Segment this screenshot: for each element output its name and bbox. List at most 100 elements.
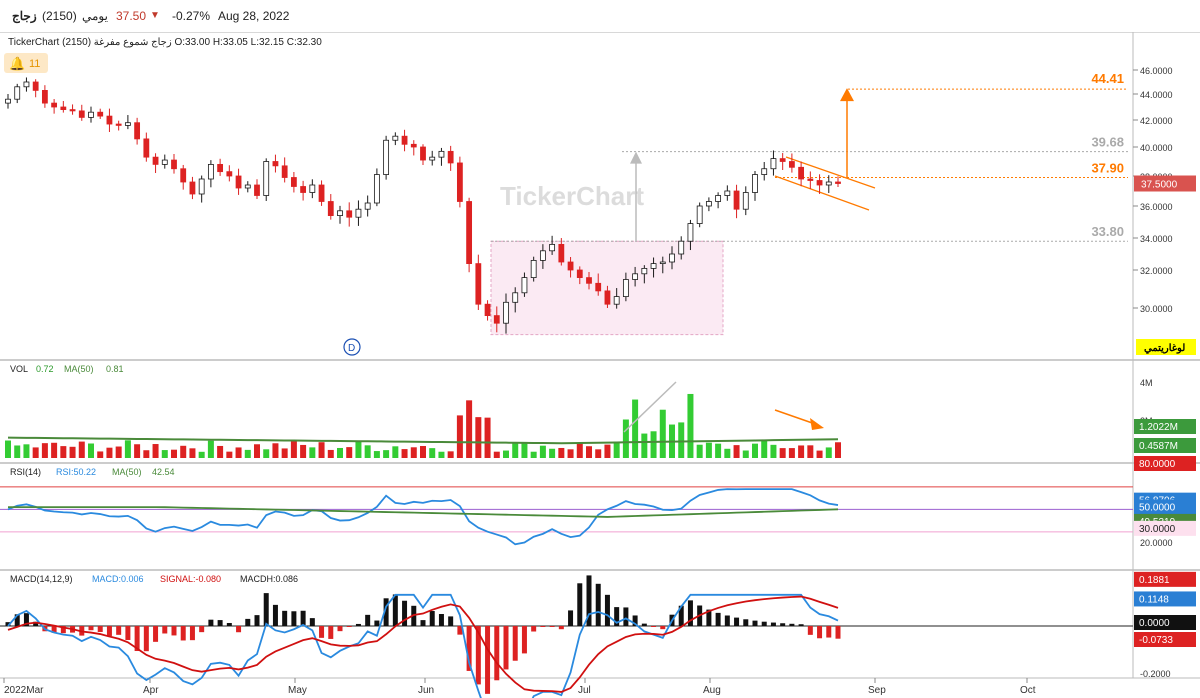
candle-body bbox=[60, 106, 67, 110]
time-tick-label: Oct bbox=[1020, 685, 1036, 696]
volume-bar bbox=[124, 440, 131, 458]
macd-hist-bar bbox=[162, 626, 168, 634]
volume-bar bbox=[171, 449, 177, 458]
macd-hist-bar bbox=[272, 604, 278, 626]
candle-body bbox=[825, 181, 832, 186]
macd-hist-bar bbox=[116, 626, 122, 635]
macd-hist-bar bbox=[724, 615, 730, 626]
macd-hist-bar bbox=[254, 615, 260, 626]
candle-body bbox=[410, 143, 417, 148]
macd-hist-bar bbox=[226, 622, 232, 626]
macd-hist-bar bbox=[374, 620, 380, 626]
macd-value: MACD:0.006 bbox=[92, 574, 144, 584]
volume-bar bbox=[632, 399, 639, 458]
volume-bar bbox=[392, 446, 399, 458]
volume-bar bbox=[318, 442, 325, 458]
candle-body bbox=[41, 90, 48, 104]
candle-body bbox=[198, 178, 205, 195]
dividend-label: D bbox=[348, 343, 355, 354]
volume-up-arrow bbox=[623, 381, 677, 433]
candle-body bbox=[69, 109, 76, 112]
volume-bar bbox=[327, 449, 334, 458]
volume-bar bbox=[263, 449, 270, 458]
candle-body bbox=[5, 98, 11, 104]
candle-body bbox=[300, 186, 307, 193]
volume-bar bbox=[115, 446, 122, 458]
candle-body bbox=[752, 174, 758, 193]
rsi-value: RSI:50.22 bbox=[56, 467, 96, 477]
candle-body bbox=[143, 138, 150, 158]
rsi-ma-value: 42.54 bbox=[152, 467, 175, 477]
volume-bar bbox=[207, 440, 214, 458]
macd-hist-bar bbox=[531, 626, 537, 632]
volume-bar bbox=[217, 445, 224, 458]
candle-body bbox=[97, 111, 104, 117]
candle-body bbox=[521, 277, 528, 294]
candle-body bbox=[567, 261, 574, 271]
candle-body bbox=[604, 290, 611, 305]
candle-body bbox=[180, 168, 187, 183]
macd-hist-bar bbox=[291, 611, 297, 626]
time-tick-label: Jul bbox=[578, 685, 591, 696]
volume-bar bbox=[410, 447, 417, 458]
macd-hist-bar bbox=[734, 617, 740, 626]
candle-body bbox=[475, 263, 482, 305]
volume-bar bbox=[779, 448, 786, 458]
dividend-marker[interactable]: D bbox=[343, 338, 361, 356]
volume-bar bbox=[337, 447, 343, 458]
macd-hist-bar bbox=[512, 626, 518, 661]
volume-bar bbox=[816, 450, 823, 458]
stock-chart[interactable]: TickerChart زجاج شموع مفرغة (2150) O:33.… bbox=[0, 0, 1200, 698]
macd-hist-bar bbox=[300, 610, 306, 626]
log-scale-toggle[interactable]: لوغاريتمي bbox=[1144, 343, 1185, 354]
price-tick-label: 34.0000 bbox=[1140, 234, 1173, 244]
volume-bar bbox=[300, 444, 307, 458]
chart-info: TickerChart زجاج شموع مفرغة (2150) O:33.… bbox=[8, 37, 322, 48]
volume-down-arrow-head bbox=[810, 418, 824, 430]
volume-bar bbox=[512, 443, 519, 458]
time-tick-label: May bbox=[288, 685, 307, 696]
macd-hist-bar bbox=[715, 612, 721, 626]
candle-body bbox=[632, 273, 639, 280]
macd-hist-bar bbox=[171, 626, 177, 636]
volume-bar bbox=[825, 447, 832, 458]
volume-bar bbox=[466, 400, 473, 458]
candle-body bbox=[503, 301, 509, 324]
candle-body bbox=[539, 250, 546, 261]
candle-body bbox=[650, 263, 657, 269]
rsi-ma-line bbox=[8, 506, 839, 518]
candle-body bbox=[779, 158, 786, 162]
macd-hist-bar bbox=[392, 594, 398, 626]
macdh-value: MACDH:0.086 bbox=[240, 574, 298, 584]
candle-body bbox=[493, 315, 500, 324]
volume-bar bbox=[687, 393, 694, 458]
macd-hist-bar bbox=[337, 626, 343, 632]
macd-hist-bar bbox=[309, 618, 315, 626]
time-tick-label: Sep bbox=[868, 685, 886, 696]
alerts-button[interactable]: 🔔 11 bbox=[4, 53, 48, 73]
rsi-ma-label: MA(50) bbox=[112, 467, 142, 477]
macd-tag-label: 0.0000 bbox=[1139, 618, 1170, 629]
candle-body bbox=[207, 163, 214, 180]
macd-hist-bar bbox=[328, 626, 334, 639]
vol-tick-label: 4M bbox=[1140, 378, 1153, 388]
vol-tag-label: 1.2022M bbox=[1139, 422, 1178, 433]
volume-bar bbox=[438, 451, 445, 458]
level-39-68-label: 39.68 bbox=[1091, 135, 1124, 150]
volume-bar bbox=[429, 448, 436, 458]
volume-bar bbox=[272, 443, 279, 458]
volume-bar bbox=[521, 441, 528, 458]
candle-body bbox=[272, 161, 279, 167]
target-label: 44.41 bbox=[1091, 71, 1124, 86]
candle-body bbox=[715, 195, 722, 202]
macd-hist-bar bbox=[780, 623, 786, 626]
macd-hist-bar bbox=[217, 620, 223, 626]
macd-tick-label: -0.2000 bbox=[1140, 669, 1171, 679]
macd-hist-bar bbox=[641, 623, 647, 626]
macd-hist-bar bbox=[752, 620, 758, 626]
rsi-line bbox=[7, 488, 839, 546]
volume-bar bbox=[51, 442, 58, 458]
volume-bar bbox=[696, 444, 703, 458]
candle-body bbox=[429, 156, 436, 161]
alerts-count: 11 bbox=[29, 58, 40, 70]
